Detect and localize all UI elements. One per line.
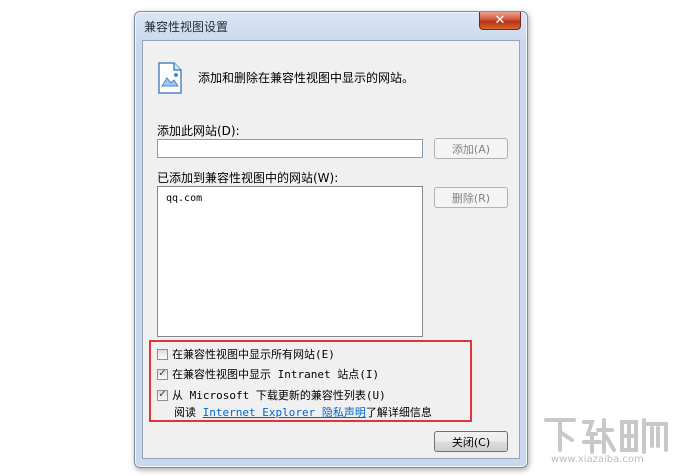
checkbox-show-all-sites[interactable] [157, 348, 168, 360]
option-label: 在兼容性视图中显示 Intranet 站点(I) [172, 368, 380, 381]
remove-button[interactable]: 删除(R) [434, 187, 508, 208]
close-dialog-button[interactable]: 关闭(C) [434, 431, 508, 452]
close-icon: ✕ [494, 13, 506, 28]
privacy-statement-link[interactable]: Internet Explorer 隐私声明 [203, 406, 366, 419]
watermark-url: www.xiazaiba.com [551, 454, 644, 465]
option-show-intranet[interactable]: ✓ 在兼容性视图中显示 Intranet 站点(I) [157, 366, 379, 382]
dialog-client-area: 添加和删除在兼容性视图中显示的网站。 添加此网站(D): 添加(A) 已添加到兼… [142, 40, 520, 459]
dialog-title: 兼容性视图设置 [144, 20, 229, 34]
option-download-updated-list[interactable]: ✓ 从 Microsoft 下载更新的兼容性列表(U) [157, 387, 386, 403]
added-sites-list[interactable]: qq.com [157, 186, 423, 337]
add-site-label: 添加此网站(D): [157, 124, 240, 138]
read-prefix: 阅读 [174, 406, 203, 419]
web-page-icon [158, 62, 182, 94]
title-close-button[interactable]: ✕ [479, 12, 521, 30]
checkbox-download-updated-list[interactable]: ✓ [157, 389, 168, 401]
checkbox-show-intranet[interactable]: ✓ [157, 368, 168, 380]
option-label: 从 Microsoft 下载更新的兼容性列表(U) [172, 389, 386, 402]
added-sites-label: 已添加到兼容性视图中的网站(W): [157, 171, 339, 185]
add-site-input[interactable] [157, 139, 423, 158]
option-label: 在兼容性视图中显示所有网站(E) [172, 348, 335, 361]
header-description: 添加和删除在兼容性视图中显示的网站。 [198, 71, 415, 85]
compat-view-dialog: 兼容性视图设置 ✕ 添加和删除在兼容性视图中显示的网站。 添加此网站(D): 添… [134, 11, 528, 468]
privacy-read-line: 阅读 Internet Explorer 隐私声明了解详细信息 [174, 404, 432, 420]
list-item[interactable]: qq.com [166, 193, 202, 204]
add-button[interactable]: 添加(A) [434, 138, 508, 159]
read-suffix: 了解详细信息 [365, 406, 432, 419]
option-show-all-sites[interactable]: 在兼容性视图中显示所有网站(E) [157, 346, 335, 362]
